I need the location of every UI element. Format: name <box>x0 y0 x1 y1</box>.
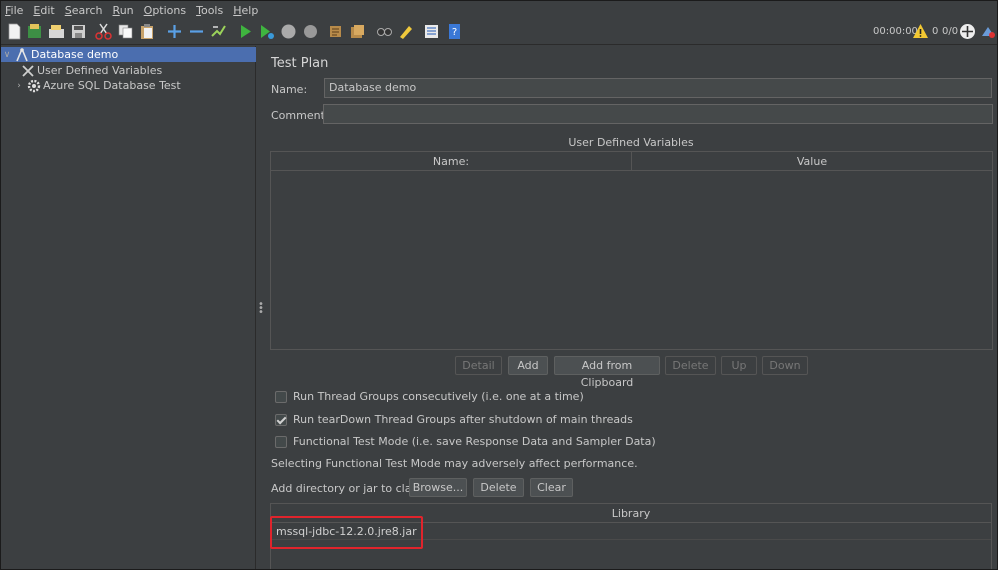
help-icon[interactable]: ? <box>446 23 463 40</box>
clear-icon[interactable] <box>327 23 344 40</box>
tree-node-label: Azure SQL Database Test <box>43 79 181 92</box>
copy-icon[interactable] <box>117 23 134 40</box>
run-consecutively-option[interactable]: Run Thread Groups consecutively (i.e. on… <box>275 389 584 404</box>
menu-file[interactable]: File <box>1 4 27 17</box>
warning-icon[interactable] <box>912 23 929 40</box>
udv-table[interactable]: Name: Value <box>270 151 993 350</box>
tree-node-label: Database demo <box>31 48 119 61</box>
menu-help[interactable]: Help <box>229 4 262 17</box>
run-consecutively-label: Run Thread Groups consecutively (i.e. on… <box>293 390 584 403</box>
shutdown-icon[interactable] <box>302 23 319 40</box>
menu-search[interactable]: Search <box>61 4 107 17</box>
cut-icon[interactable] <box>95 23 112 40</box>
tree-node-label: User Defined Variables <box>37 64 163 77</box>
search-icon[interactable] <box>376 23 393 40</box>
menu-run[interactable]: Run <box>109 4 138 17</box>
menu-edit[interactable]: Edit <box>29 4 58 17</box>
open-icon[interactable] <box>48 23 65 40</box>
column-header-value[interactable]: Value <box>631 152 992 170</box>
functional-mode-label: Functional Test Mode (i.e. save Response… <box>293 435 656 448</box>
splitter-grip[interactable]: • • • <box>258 300 264 318</box>
run-consecutively-checkbox[interactable] <box>275 390 287 403</box>
clear-button[interactable]: Clear <box>530 478 573 497</box>
stop-icon[interactable] <box>280 23 297 40</box>
name-field[interactable]: Database demo <box>324 78 992 98</box>
wrench-icon <box>22 64 34 77</box>
paste-icon[interactable] <box>139 23 156 40</box>
delete-row-button[interactable]: Delete <box>665 356 716 375</box>
functional-mode-warning: Selecting Functional Test Mode may adver… <box>271 457 638 470</box>
menu-tools[interactable]: Tools <box>192 4 227 17</box>
svg-text:?: ? <box>452 27 457 38</box>
collapse-all-icon[interactable] <box>188 23 205 40</box>
panel-title: Test Plan <box>271 56 329 71</box>
tree-node-azure-sql-database-test[interactable]: › Azure SQL Database Test <box>1 78 256 93</box>
expand-all-icon[interactable] <box>166 23 183 40</box>
remote-icon[interactable] <box>959 23 976 40</box>
comments-field[interactable] <box>323 104 993 124</box>
chevron-right-icon[interactable]: › <box>13 81 25 91</box>
udv-section-title: User Defined Variables <box>568 136 694 149</box>
start-icon[interactable] <box>237 23 254 40</box>
templates-icon[interactable] <box>26 23 43 40</box>
run-teardown-label: Run tearDown Thread Groups after shutdow… <box>293 413 633 426</box>
new-file-icon[interactable] <box>6 23 23 40</box>
log-icon[interactable] <box>980 23 997 40</box>
detail-button[interactable]: Detail <box>455 356 502 375</box>
add-button[interactable]: Add <box>508 356 548 375</box>
functional-mode-option[interactable]: Functional Test Mode (i.e. save Response… <box>275 434 656 449</box>
tree-node-user-defined-variables[interactable]: User Defined Variables <box>1 63 256 78</box>
name-label: Name: <box>271 83 308 96</box>
up-button[interactable]: Up <box>721 356 757 375</box>
down-button[interactable]: Down <box>762 356 808 375</box>
start-no-pauses-icon[interactable] <box>258 23 275 40</box>
toggle-icon[interactable] <box>210 23 227 40</box>
clear-all-icon[interactable] <box>349 23 366 40</box>
run-teardown-option[interactable]: Run tearDown Thread Groups after shutdow… <box>275 412 633 427</box>
function-helper-icon[interactable] <box>423 23 440 40</box>
functional-mode-checkbox[interactable] <box>275 435 287 448</box>
tree-node-database-demo[interactable]: ∨ Database demo <box>1 47 256 62</box>
menu-bar: File Edit Search Run Options Tools Help <box>1 1 997 19</box>
test-plan-tree: ∨ Database demo User Defined Variables ›… <box>1 46 256 569</box>
warning-count: 0 <box>932 26 939 37</box>
threads-ratio: 0/0 <box>942 26 959 37</box>
chevron-down-icon[interactable]: ∨ <box>1 50 13 60</box>
save-icon[interactable] <box>70 23 87 40</box>
run-teardown-checkbox[interactable] <box>275 413 287 426</box>
gear-icon <box>27 79 41 92</box>
delete-library-button[interactable]: Delete <box>473 478 524 497</box>
test-plan-icon <box>16 47 28 61</box>
browse-button[interactable]: Browse... <box>409 478 467 497</box>
menu-options[interactable]: Options <box>140 4 190 17</box>
add-from-clipboard-button[interactable]: Add from Clipboard <box>554 356 660 389</box>
highlight-box <box>270 516 423 549</box>
test-plan-panel: Test Plan Name: Database demo Comments: … <box>264 46 997 569</box>
toolbar: ? 00:00:00 0 0/0 <box>1 19 997 45</box>
splitter[interactable]: • • • <box>257 46 264 569</box>
reset-search-icon[interactable] <box>397 23 414 40</box>
column-header-name[interactable]: Name: <box>271 152 631 170</box>
